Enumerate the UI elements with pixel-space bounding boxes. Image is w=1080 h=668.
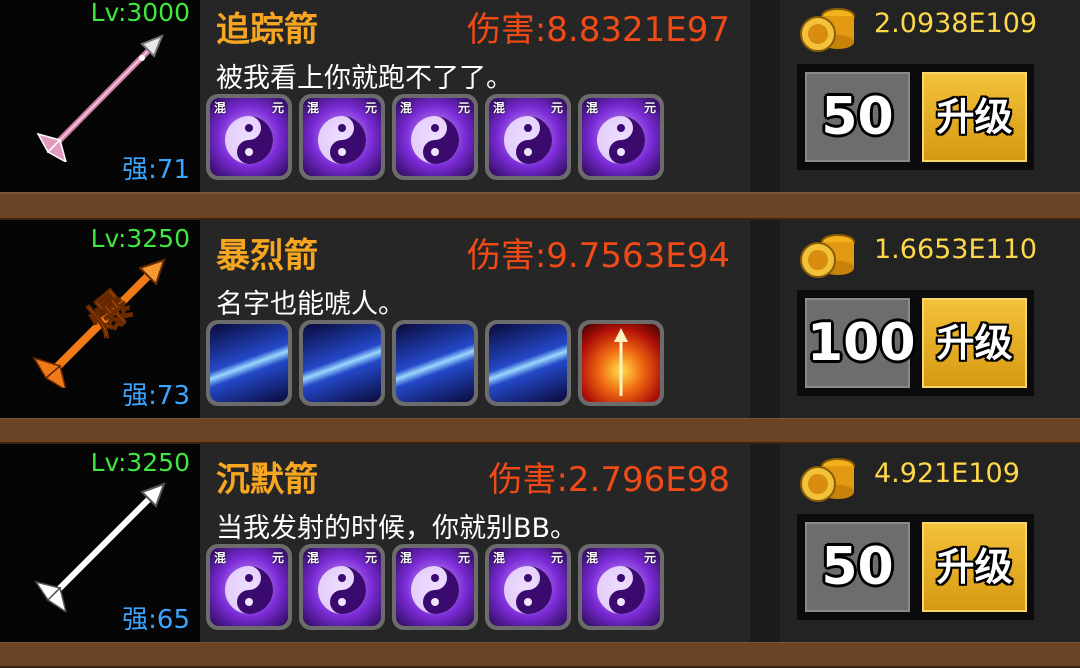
skill-label-right: 元 — [550, 101, 563, 115]
skill-slot[interactable] — [485, 320, 571, 406]
panel-gap — [750, 220, 780, 418]
skill-slot[interactable]: 混元 — [206, 94, 292, 180]
skill-slot[interactable] — [206, 320, 292, 406]
skill-label-right: 元 — [550, 551, 563, 565]
skill-label-left: 混 — [307, 551, 320, 565]
white-arrow-icon — [34, 482, 166, 612]
weapon-name: 追踪箭 — [216, 10, 318, 50]
skill-label-left: 混 — [307, 101, 320, 115]
weapon-name: 沉默箭 — [216, 460, 318, 500]
skill-label-right: 元 — [457, 551, 470, 565]
weapon-icon-panel: Lv:3250 爆 强:73 — [0, 220, 200, 418]
upgrade-button[interactable]: 升级 — [922, 522, 1027, 612]
skill-label-right: 元 — [457, 101, 470, 115]
upgrade-cost: 4.921E109 — [874, 458, 1020, 489]
gold-coins-icon — [800, 458, 855, 502]
gold-coins-icon — [800, 8, 855, 52]
gold-coins-icon — [800, 234, 855, 278]
weapon-damage: 伤害:9.7563E94 — [466, 236, 730, 276]
panel-gap — [750, 0, 780, 192]
skill-label-right: 元 — [364, 551, 377, 565]
upgrade-button[interactable]: 升级 — [922, 72, 1027, 162]
skill-label-left: 混 — [493, 551, 506, 565]
skill-label-left: 混 — [214, 101, 227, 115]
skill-slot[interactable]: 混元 — [392, 94, 478, 180]
blue-arrow-icon — [303, 324, 381, 402]
upgrade-cost: 2.0938E109 — [874, 8, 1038, 39]
upgrade-count-button[interactable]: 50 — [805, 72, 910, 162]
upgrade-panel: 4.921E109 50 升级 — [780, 444, 1080, 642]
weapon-damage: 伤害:2.796E98 — [488, 460, 730, 500]
weapon-damage: 伤害:8.8321E97 — [466, 10, 730, 50]
skill-label-left: 混 — [586, 101, 599, 115]
weapon-icon-panel: Lv:3250 强:65 — [0, 444, 200, 642]
weapon-strength: 强:71 — [122, 155, 190, 185]
row-divider — [0, 417, 1080, 444]
weapon-description: 被我看上你就跑不了了。 — [216, 63, 513, 94]
skill-label-left: 混 — [214, 551, 227, 565]
skill-label-right: 元 — [271, 101, 284, 115]
upgrade-panel: 2.0938E109 50 升级 — [780, 0, 1080, 192]
skill-slot[interactable]: 混元 — [485, 544, 571, 630]
row-divider — [0, 192, 1080, 220]
weapon-row-silent-arrow: Lv:3250 强:65 沉默箭 伤害:2.796E98 当我发射的时候，你就别… — [0, 444, 1080, 642]
upgrade-controls: 100 升级 — [797, 290, 1034, 396]
skill-slot[interactable]: 混元 — [578, 544, 664, 630]
pink-arrow-icon — [36, 34, 164, 162]
skill-slot[interactable]: 混元 — [485, 94, 571, 180]
blue-arrow-icon — [489, 324, 567, 402]
skill-label-right: 元 — [271, 551, 284, 565]
weapon-name: 暴烈箭 — [216, 236, 318, 276]
skill-slot[interactable]: 混元 — [392, 544, 478, 630]
skill-slot[interactable] — [392, 320, 478, 406]
skill-slot[interactable]: 混元 — [299, 544, 385, 630]
weapon-info-panel: 沉默箭 伤害:2.796E98 当我发射的时候，你就别BB。 混元 混元 混元 … — [200, 444, 750, 642]
skill-slot[interactable]: 混元 — [299, 94, 385, 180]
weapon-info-panel: 追踪箭 伤害:8.8321E97 被我看上你就跑不了了。 混元 混元 混元 混元… — [200, 0, 750, 192]
skill-label-left: 混 — [586, 551, 599, 565]
bottom-divider — [0, 641, 1080, 668]
upgrade-count-button[interactable]: 100 — [805, 298, 916, 388]
fire-arrow-icon — [582, 324, 660, 402]
skill-slot[interactable] — [578, 320, 664, 406]
weapon-row-tracking-arrow: Lv:3000 强:71 追踪箭 伤害:8.8321E97 被我看上你就跑不了了… — [0, 0, 1080, 192]
skill-label-right: 元 — [643, 551, 656, 565]
weapon-description: 当我发射的时候，你就别BB。 — [216, 513, 578, 544]
upgrade-controls: 50 升级 — [797, 64, 1034, 170]
skill-slot[interactable]: 混元 — [206, 544, 292, 630]
weapon-strength: 强:73 — [122, 381, 190, 411]
weapon-strength: 强:65 — [122, 605, 190, 635]
weapon-icon-panel: Lv:3000 强:71 — [0, 0, 200, 192]
upgrade-button[interactable]: 升级 — [922, 298, 1027, 388]
skill-label-left: 混 — [400, 101, 413, 115]
upgrade-controls: 50 升级 — [797, 514, 1034, 620]
arrow-up-icon — [614, 328, 628, 396]
upgrade-cost: 1.6653E110 — [874, 234, 1038, 265]
skill-label-right: 元 — [364, 101, 377, 115]
skill-label-left: 混 — [493, 101, 506, 115]
skill-label-left: 混 — [400, 551, 413, 565]
weapon-row-explosive-arrow: Lv:3250 爆 强:73 暴烈箭 伤害:9.7563E94 名字也能唬人。 … — [0, 220, 1080, 418]
panel-gap — [750, 444, 780, 642]
upgrade-panel: 1.6653E110 100 升级 — [780, 220, 1080, 418]
upgrade-count-button[interactable]: 50 — [805, 522, 910, 612]
blue-arrow-icon — [210, 324, 288, 402]
skill-label-right: 元 — [643, 101, 656, 115]
weapon-description: 名字也能唬人。 — [216, 289, 405, 320]
fire-arrow-weapon-icon: 爆 — [32, 258, 166, 388]
weapon-info-panel: 暴烈箭 伤害:9.7563E94 名字也能唬人。 — [200, 220, 750, 418]
blue-arrow-icon — [396, 324, 474, 402]
skill-slot[interactable] — [299, 320, 385, 406]
skill-slot[interactable]: 混元 — [578, 94, 664, 180]
